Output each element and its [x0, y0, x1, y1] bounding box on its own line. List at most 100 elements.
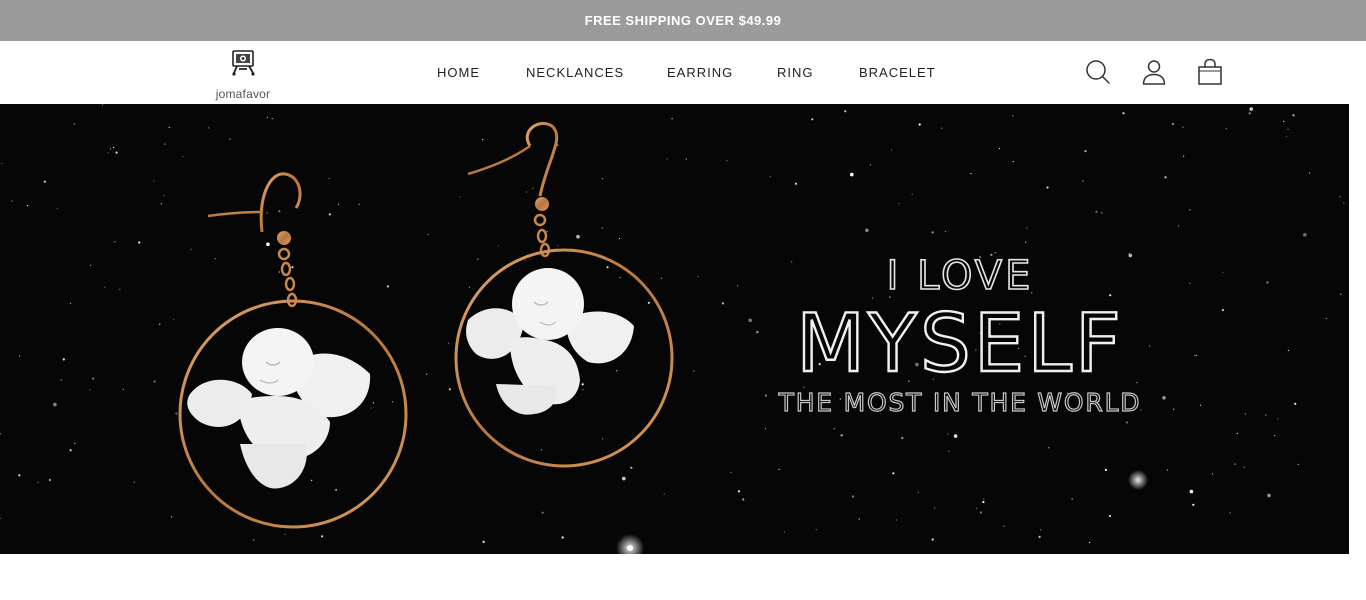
- star: [1221, 308, 1224, 312]
- cart-button[interactable]: [1196, 58, 1224, 86]
- star: [622, 476, 626, 481]
- star: [482, 139, 484, 141]
- nav-item-earring[interactable]: EARRING: [667, 65, 733, 80]
- star: [171, 516, 173, 518]
- star: [104, 286, 106, 288]
- star: [948, 450, 950, 452]
- account-button[interactable]: [1140, 58, 1168, 86]
- site-header: jomafavor HOME NECKLANCES EARRING RING B…: [0, 41, 1366, 104]
- star: [1178, 225, 1180, 227]
- star: [311, 479, 313, 481]
- star: [229, 138, 231, 140]
- star: [114, 241, 116, 243]
- star: [1266, 281, 1269, 284]
- star: [448, 342, 450, 344]
- star: [685, 158, 687, 160]
- star: [168, 126, 170, 129]
- star: [1267, 493, 1271, 498]
- star: [159, 323, 161, 325]
- star: [1325, 317, 1327, 320]
- star: [278, 210, 281, 213]
- star: [497, 245, 500, 247]
- star: [1294, 402, 1297, 405]
- star: [546, 231, 548, 233]
- star: [53, 402, 57, 407]
- star: [1265, 414, 1267, 416]
- star: [426, 373, 428, 375]
- star: [833, 428, 835, 430]
- star: [1283, 120, 1285, 122]
- star: [153, 180, 155, 182]
- star: [1248, 112, 1251, 115]
- star: [163, 194, 165, 196]
- star: [1, 162, 3, 164]
- star: [1195, 354, 1198, 356]
- star: [778, 468, 780, 470]
- star: [1026, 227, 1028, 229]
- star: [1287, 349, 1289, 352]
- star: [391, 401, 394, 403]
- star: [109, 148, 112, 150]
- star: [271, 118, 273, 120]
- nav-item-bracelet[interactable]: BRACELET: [859, 65, 936, 80]
- star: [1189, 489, 1194, 494]
- star: [1244, 413, 1246, 415]
- star: [1171, 122, 1174, 126]
- star: [811, 118, 814, 121]
- star: [328, 177, 330, 180]
- star: [1249, 107, 1253, 111]
- star: [1108, 514, 1112, 518]
- star: [602, 178, 604, 180]
- star: [69, 449, 72, 452]
- star: [328, 213, 331, 216]
- star: [182, 156, 184, 158]
- star: [372, 402, 374, 404]
- star: [448, 388, 451, 391]
- page-scrollbar-gutter: [1349, 104, 1366, 554]
- star: [602, 438, 604, 440]
- star: [1182, 126, 1184, 128]
- star: [557, 144, 559, 146]
- search-button[interactable]: [1084, 58, 1112, 86]
- star: [0, 433, 1, 435]
- star: [1048, 447, 1050, 449]
- star: [581, 383, 584, 386]
- star: [113, 146, 115, 149]
- star: [60, 379, 62, 381]
- star: [983, 498, 985, 500]
- star: [358, 203, 360, 205]
- star: [869, 164, 872, 166]
- account-icon: [1142, 60, 1166, 85]
- star: [1211, 473, 1214, 475]
- star: [214, 258, 216, 260]
- star: [931, 538, 934, 541]
- star: [335, 488, 338, 491]
- nav-item-ring[interactable]: RING: [777, 65, 814, 80]
- star: [266, 116, 268, 118]
- star: [1122, 112, 1125, 115]
- star: [630, 466, 633, 469]
- nav-item-home[interactable]: HOME: [437, 65, 480, 80]
- star: [895, 519, 897, 521]
- star: [1309, 172, 1311, 174]
- star: [92, 377, 95, 380]
- star: [979, 511, 983, 514]
- star: [115, 151, 118, 154]
- star: [970, 173, 972, 175]
- star: [748, 318, 752, 323]
- star: [1012, 115, 1014, 117]
- star: [1234, 463, 1236, 465]
- star: [840, 434, 843, 437]
- star: [1243, 466, 1245, 468]
- star: [1003, 525, 1005, 527]
- star: [321, 535, 324, 538]
- hero-banner[interactable]: I LOVE MYSELF THE MOST IN THE WORLD: [0, 104, 1349, 554]
- star: [540, 449, 543, 451]
- star: [1084, 150, 1087, 153]
- star: [89, 389, 91, 391]
- star: [618, 237, 621, 240]
- star: [892, 472, 895, 475]
- nav-item-necklances[interactable]: NECKLANCES: [526, 65, 624, 80]
- star: [934, 507, 936, 509]
- star: [1277, 418, 1279, 420]
